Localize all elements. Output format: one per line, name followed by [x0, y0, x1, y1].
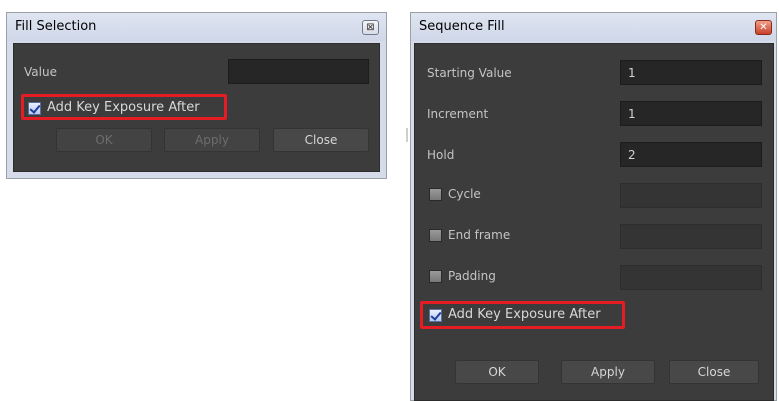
- cycle-field[interactable]: [620, 183, 762, 208]
- increment-label: Increment: [427, 107, 489, 121]
- increment-field[interactable]: 1: [620, 101, 762, 126]
- value-label: Value: [24, 65, 57, 79]
- close-icon[interactable]: ✕: [755, 20, 772, 35]
- fill-selection-title: Fill Selection: [15, 19, 97, 34]
- divider: [406, 128, 408, 142]
- hold-label: Hold: [427, 148, 455, 162]
- highlight-box: [420, 301, 625, 329]
- sequence-fill-titlebar[interactable]: Sequence Fill ✕: [411, 13, 776, 41]
- starting-value-label: Starting Value: [427, 66, 512, 80]
- value-field[interactable]: [228, 59, 369, 84]
- end-frame-label: End frame: [448, 228, 511, 242]
- cycle-label: Cycle: [448, 187, 481, 201]
- ok-button[interactable]: OK: [455, 360, 539, 384]
- hold-field[interactable]: 2: [620, 142, 762, 167]
- padding-checkbox[interactable]: [429, 270, 442, 283]
- starting-value-field[interactable]: 1: [620, 60, 762, 85]
- fill-selection-dialog: Fill Selection ⊠ Value Add Key Exposure …: [6, 12, 387, 179]
- highlight-box: [21, 94, 227, 120]
- apply-button[interactable]: Apply: [164, 128, 260, 152]
- fill-selection-panel: Value Add Key Exposure After OK Apply Cl…: [13, 43, 380, 172]
- sequence-fill-dialog: Sequence Fill ✕ Starting Value 1 Increme…: [410, 12, 777, 401]
- ok-button[interactable]: OK: [56, 128, 152, 152]
- cycle-checkbox[interactable]: [429, 188, 442, 201]
- close-button[interactable]: Close: [273, 128, 369, 152]
- end-frame-checkbox[interactable]: [429, 229, 442, 242]
- sequence-fill-title: Sequence Fill: [419, 19, 505, 34]
- fill-selection-titlebar[interactable]: Fill Selection ⊠: [7, 13, 386, 41]
- close-icon[interactable]: ⊠: [362, 20, 379, 35]
- padding-label: Padding: [448, 269, 496, 283]
- padding-field[interactable]: [620, 265, 762, 290]
- sequence-fill-panel: Starting Value 1 Increment 1 Hold 2 Cycl…: [414, 43, 774, 401]
- end-frame-field[interactable]: [620, 224, 762, 249]
- apply-button[interactable]: Apply: [561, 360, 655, 384]
- close-button[interactable]: Close: [669, 360, 759, 384]
